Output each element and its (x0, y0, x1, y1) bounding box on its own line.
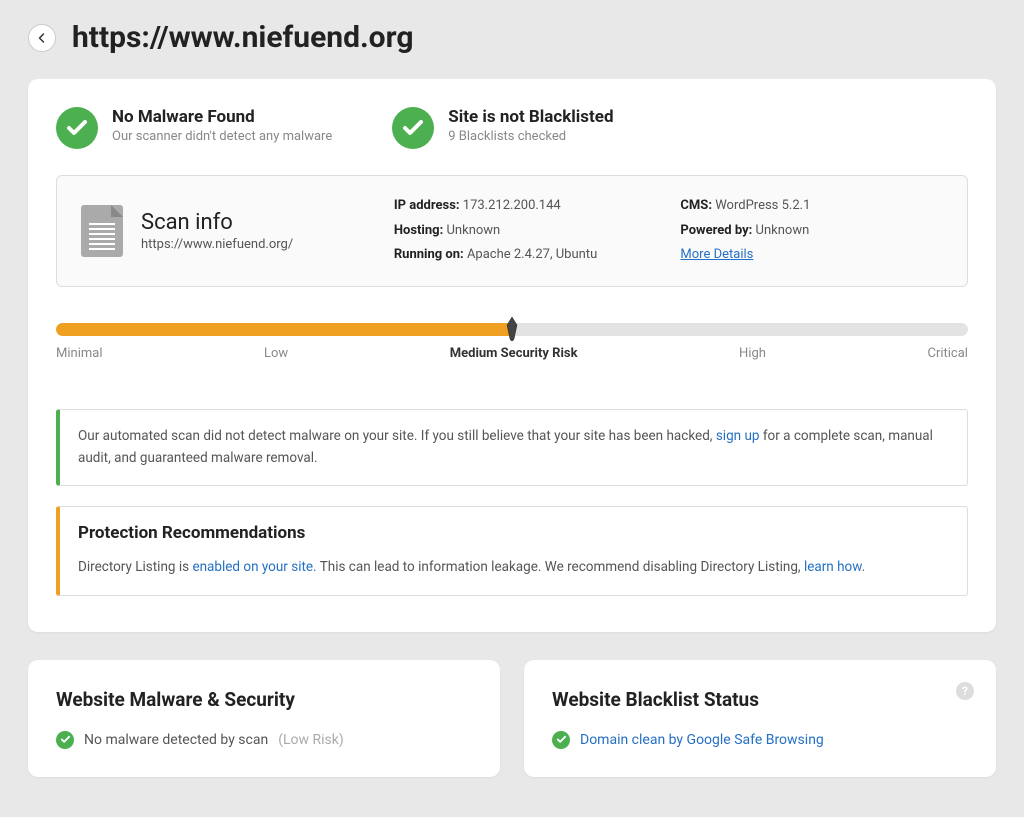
rec-text-mid: This can lead to information leakage. We… (317, 559, 804, 575)
blacklist-card-heading: Website Blacklist Status (552, 688, 968, 711)
blacklist-item-link[interactable]: Domain clean by Google Safe Browsing (580, 732, 824, 748)
check-icon (552, 731, 570, 749)
running-label: Running on: (394, 247, 464, 262)
signup-link[interactable]: sign up (716, 428, 760, 444)
cms-label: CMS: (680, 198, 712, 213)
risk-bar-fill (56, 323, 512, 336)
status-malware: No Malware Found Our scanner didn't dete… (56, 107, 332, 149)
running-value: Apache 2.4.27, Ubuntu (467, 247, 597, 262)
help-icon[interactable]: ? (956, 682, 974, 700)
status-malware-title: No Malware Found (112, 107, 332, 127)
risk-label: Medium Security Risk (450, 346, 578, 361)
malware-card-heading: Website Malware & Security (56, 688, 472, 711)
malware-security-card: Website Malware & Security No malware de… (28, 660, 500, 777)
directory-listing-link[interactable]: enabled on your site. (192, 559, 316, 575)
page-title: https://www.niefuend.org (72, 20, 413, 55)
scan-info-box: Scan info https://www.niefuend.org/ IP a… (56, 175, 968, 287)
info-col-server: IP address: 173.212.200.144 Hosting: Unk… (394, 194, 657, 268)
scan-info-url: https://www.niefuend.org/ (141, 237, 293, 252)
document-icon (81, 205, 123, 257)
check-icon (392, 107, 434, 149)
powered-value: Unknown (756, 223, 810, 238)
main-card: No Malware Found Our scanner didn't dete… (28, 79, 996, 632)
status-row: No Malware Found Our scanner didn't dete… (56, 107, 968, 149)
status-blacklist: Site is not Blacklisted 9 Blacklists che… (392, 107, 613, 149)
recommendations-box: Protection Recommendations Directory Lis… (56, 506, 968, 596)
malware-item-risk: (Low Risk) (278, 732, 344, 748)
status-malware-subtitle: Our scanner didn't detect any malware (112, 129, 332, 144)
hosting-value: Unknown (447, 223, 501, 238)
malware-check-item: No malware detected by scan (Low Risk) (56, 731, 472, 749)
scan-info-title: Scan info (141, 210, 293, 235)
check-icon (56, 107, 98, 149)
rec-text: Directory Listing is (78, 559, 192, 575)
cms-value: WordPress 5.2.1 (715, 198, 810, 213)
ip-label: IP address: (394, 198, 460, 213)
risk-labels: Minimal Low Medium Security Risk High Critic… (56, 346, 968, 361)
risk-label: Critical (927, 346, 967, 361)
scan-alert: Our automated scan did not detect malwar… (56, 409, 968, 486)
learn-how-link[interactable]: learn how (804, 559, 862, 575)
bottom-row: Website Malware & Security No malware de… (0, 660, 1024, 777)
arrow-left-icon (36, 32, 48, 44)
status-blacklist-subtitle: 9 Blacklists checked (448, 129, 613, 144)
risk-bar: Minimal Low Medium Security Risk High Critic… (56, 323, 968, 361)
more-details-link[interactable]: More Details (680, 247, 753, 262)
status-blacklist-title: Site is not Blacklisted (448, 107, 613, 127)
info-col-tech: CMS: WordPress 5.2.1 Powered by: Unknown… (680, 194, 943, 268)
malware-item-text: No malware detected by scan (84, 732, 268, 748)
recommendations-heading: Protection Recommendations (78, 523, 949, 543)
alert-text: Our automated scan did not detect malwar… (78, 428, 716, 444)
hosting-label: Hosting: (394, 223, 443, 238)
blacklist-check-item: Domain clean by Google Safe Browsing (552, 731, 968, 749)
powered-label: Powered by: (680, 223, 752, 238)
blacklist-status-card: ? Website Blacklist Status Domain clean … (524, 660, 996, 777)
rec-text-after: . (862, 559, 866, 575)
ip-value: 173.212.200.144 (463, 198, 561, 213)
page-header: https://www.niefuend.org (0, 0, 1024, 79)
back-button[interactable] (28, 24, 56, 52)
risk-marker-icon (506, 317, 518, 341)
risk-label: Low (264, 346, 288, 361)
risk-label: High (739, 346, 766, 361)
check-icon (56, 731, 74, 749)
risk-label: Minimal (56, 346, 102, 361)
